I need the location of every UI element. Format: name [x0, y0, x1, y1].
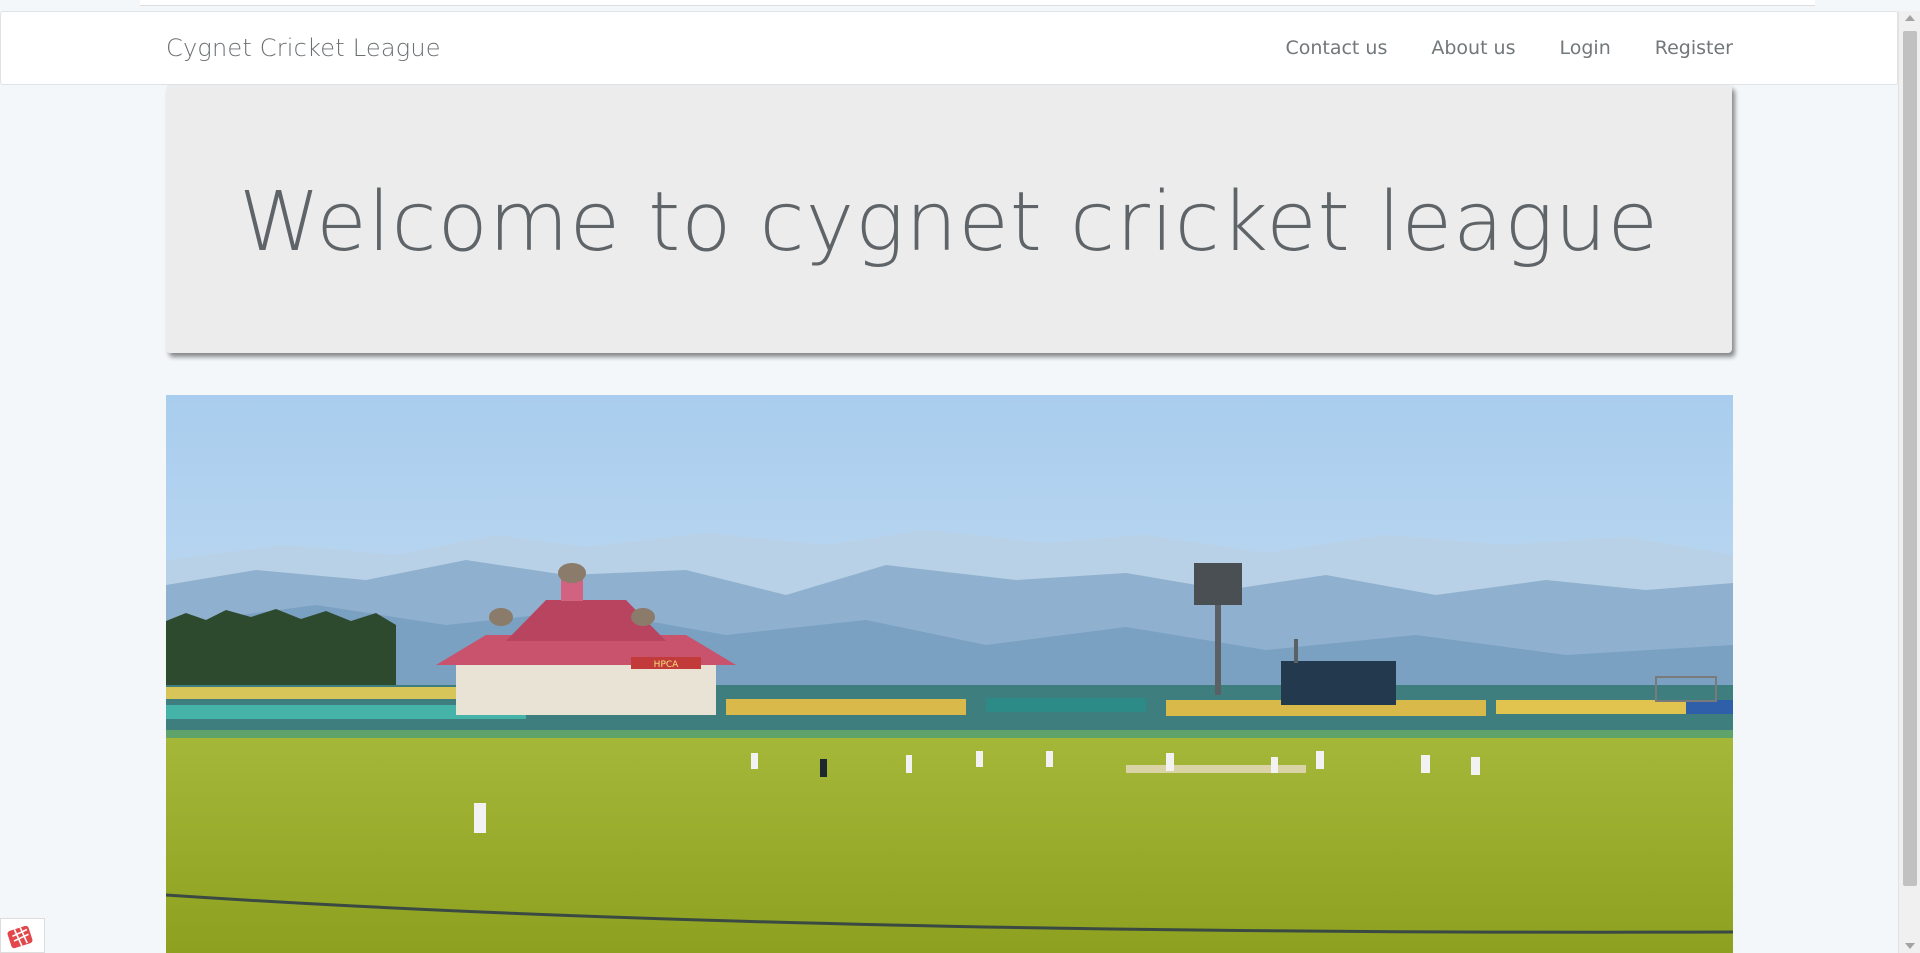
top-strip [140, 0, 1815, 6]
nav-login[interactable]: Login [1560, 37, 1611, 59]
jumbotron: Welcome to cygnet cricket league [166, 85, 1732, 353]
scroll-down-icon[interactable] [1905, 943, 1915, 949]
nav-about-us[interactable]: About us [1431, 37, 1515, 59]
nav-register[interactable]: Register [1655, 37, 1733, 59]
app-launcher-button[interactable] [0, 918, 45, 953]
nav-links: Contact us About us Login Register [1285, 37, 1733, 59]
scoreboard-label: HPCA [654, 660, 679, 670]
welcome-heading: Welcome to cygnet cricket league [239, 174, 1659, 270]
stadium-hero-image: HPCA [166, 395, 1733, 953]
scroll-thumb[interactable] [1903, 31, 1917, 886]
brand-link[interactable]: Cygnet Cricket League [166, 34, 441, 62]
stadium-illustration: HPCA [166, 395, 1733, 953]
navbar: Cygnet Cricket League Contact us About u… [0, 11, 1898, 85]
app-launcher-icon [7, 925, 33, 949]
scroll-up-icon[interactable] [1905, 15, 1915, 21]
page-scrollbar[interactable] [1898, 11, 1920, 953]
nav-contact-us[interactable]: Contact us [1285, 37, 1387, 59]
